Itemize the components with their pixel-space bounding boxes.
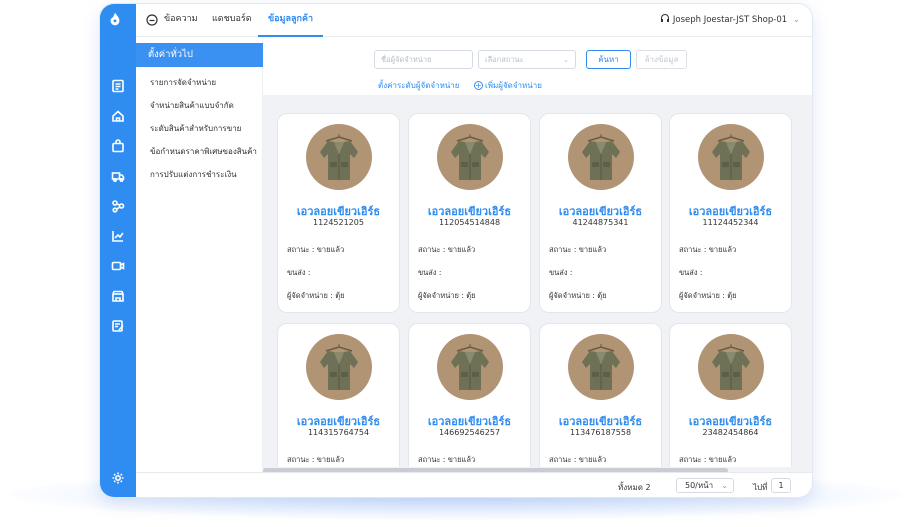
product-id: 146692546257	[438, 428, 501, 437]
sidebar-item-distribution-list[interactable]: รายการจัดจำหน่าย	[150, 76, 216, 89]
settings-sidebar: ตั้งค่าทั่วไป รายการจัดจำหน่าย จำหน่ายสิ…	[136, 37, 263, 497]
video-icon[interactable]	[110, 258, 126, 274]
product-photo	[306, 124, 372, 190]
distributor-card[interactable]: เอวลอยเขียวเอิร์ธ 112054514848 สถานะ : ขาย…	[408, 113, 531, 313]
search-button[interactable]: ค้นหา	[586, 50, 631, 69]
distributor-level-link[interactable]: ตั้งค่าระดับผู้จัดจำหน่าย	[378, 79, 459, 92]
shipping-text: ขนส่ง :	[287, 268, 311, 277]
product-id: 113476187558	[569, 428, 632, 437]
sidebar-item-special-pricing[interactable]: ข้อกำหนดราคาพิเศษของสินค้า	[150, 145, 257, 158]
distributor-text: ผู้จัดจำหน่าย : ตุ้ย	[418, 291, 476, 300]
product-photo	[437, 124, 503, 190]
distributor-card[interactable]: เอวลอยเขียวเอิร์ธ 114315764754 สถานะ : ขาย…	[277, 323, 400, 467]
product-photo	[698, 334, 764, 400]
icon-rail	[100, 4, 136, 497]
page-size-select[interactable]: 50/หน้า ⌄	[676, 478, 734, 493]
clear-button[interactable]: ล้างข้อมูล	[636, 50, 687, 69]
sidebar-item-product-levels[interactable]: ระดับสินค้าสำหรับการขาย	[150, 122, 241, 135]
brand-logo-icon	[110, 12, 120, 26]
distributor-card[interactable]: เอวลอยเขียวเอิร์ธ 41244875341 สถานะ : ขายแ…	[539, 113, 662, 313]
edit-note-icon[interactable]	[110, 318, 126, 334]
distributor-text: ผู้จัดจำหน่าย : ตุ้ย	[549, 291, 607, 300]
total-count: ทั้งหมด 2	[618, 483, 651, 492]
plus-circle-icon: +	[474, 81, 483, 90]
product-photo	[306, 334, 372, 400]
sidebar-item-payment-custom[interactable]: การปรับแต่งการชำระเงิน	[150, 168, 237, 181]
distributor-text: ผู้จัดจำหน่าย : ตุ้ย	[287, 291, 345, 300]
product-id: 1124521205	[313, 218, 364, 227]
pagination-footer: ทั้งหมด 2 50/หน้า ⌄ ไปที่ 1	[136, 472, 812, 497]
user-name: Joseph Joestar-JST Shop-01	[672, 15, 788, 25]
gear-icon[interactable]	[110, 470, 126, 486]
distributor-card[interactable]: เอวลอยเขียวเอิร์ธ 23482454864 สถานะ : ขายแ…	[669, 323, 792, 467]
status-text: สถานะ : ขายแล้ว	[287, 245, 345, 254]
bag-icon[interactable]	[110, 138, 126, 154]
goto-label: ไปที่	[753, 483, 768, 492]
user-menu[interactable]: Joseph Joestar-JST Shop-01 ⌄	[660, 13, 800, 25]
filter-bar: ชื่อผู้จัดจำหน่าย เลือกสถานะ ⌄ ค้นหา ล้า…	[263, 37, 812, 95]
chat-icon	[146, 14, 158, 26]
sidebar-item-general-settings[interactable]: ตั้งค่าทั่วไป	[136, 43, 263, 67]
chevron-down-icon: ⌄	[562, 55, 569, 64]
product-id: 114315764754	[307, 428, 370, 437]
shipping-text: ขนส่ง :	[549, 268, 573, 277]
distributor-grid: เอวลอยเขียวเอิร์ธ 1124521205 สถานะ : ขายแล…	[263, 95, 812, 467]
chevron-down-icon: ⌄	[792, 15, 800, 25]
status-select[interactable]: เลือกสถานะ ⌄	[478, 50, 576, 69]
tab-dashboard[interactable]: แดชบอร์ด	[212, 4, 252, 37]
add-distributor-label: เพิ่มผู้จัดจำหน่าย	[485, 81, 542, 90]
shipping-text: ขนส่ง :	[418, 268, 442, 277]
distributor-card[interactable]: เอวลอยเขียวเอิร์ธ 1124521205 สถานะ : ขายแล…	[277, 113, 400, 313]
product-photo	[698, 124, 764, 190]
product-id: 11124452344	[702, 218, 759, 227]
distributor-text: ผู้จัดจำหน่าย : ตุ้ย	[679, 291, 737, 300]
network-icon[interactable]	[110, 198, 126, 214]
distributor-card[interactable]: เอวลอยเขียวเอิร์ธ 146692546257 สถานะ : ขาย…	[408, 323, 531, 467]
status-text: สถานะ : ขายแล้ว	[418, 455, 476, 464]
home-icon[interactable]	[110, 108, 126, 124]
product-photo	[568, 334, 634, 400]
page-number-input[interactable]: 1	[771, 478, 791, 493]
top-bar: ข้อความ แดชบอร์ด ข้อมูลลูกค้า Joseph Joe…	[136, 4, 812, 37]
distributor-card[interactable]: เอวลอยเขียวเอิร์ธ 113476187558 สถานะ : ขาย…	[539, 323, 662, 467]
status-text: สถานะ : ขายแล้ว	[287, 455, 345, 464]
status-select-placeholder: เลือกสถานะ	[485, 55, 524, 64]
store-icon[interactable]	[110, 288, 126, 304]
product-id: 112054514848	[438, 218, 501, 227]
status-text: สถานะ : ขายแล้ว	[418, 245, 476, 254]
product-id: 23482454864	[702, 428, 759, 437]
truck-icon[interactable]	[110, 168, 126, 184]
status-text: สถานะ : ขายแล้ว	[549, 455, 607, 464]
distributor-name-input[interactable]: ชื่อผู้จัดจำหน่าย	[374, 50, 473, 69]
product-photo	[437, 334, 503, 400]
app-window: ข้อความ แดชบอร์ด ข้อมูลลูกค้า Joseph Joe…	[100, 4, 812, 497]
status-text: สถานะ : ขายแล้ว	[549, 245, 607, 254]
product-photo	[568, 124, 634, 190]
page-size-value: 50/หน้า	[685, 481, 714, 490]
tab-messages[interactable]: ข้อความ	[164, 4, 198, 37]
trend-chart-icon[interactable]	[110, 228, 126, 244]
product-id: 41244875341	[572, 218, 629, 227]
status-text: สถานะ : ขายแล้ว	[679, 455, 737, 464]
distributor-card[interactable]: เอวลอยเขียวเอิร์ธ 11124452344 สถานะ : ขายแ…	[669, 113, 792, 313]
shipping-text: ขนส่ง :	[679, 268, 703, 277]
sidebar-item-limited-sales[interactable]: จำหน่ายสินค้าแบบจำกัด	[150, 99, 234, 112]
chevron-down-icon: ⌄	[721, 481, 728, 490]
add-distributor-link[interactable]: + เพิ่มผู้จัดจำหน่าย	[474, 79, 542, 92]
document-icon[interactable]	[110, 78, 126, 94]
tab-customer-info[interactable]: ข้อมูลลูกค้า	[258, 4, 324, 37]
main-content: ชื่อผู้จัดจำหน่าย เลือกสถานะ ⌄ ค้นหา ล้า…	[263, 37, 812, 497]
status-text: สถานะ : ขายแล้ว	[679, 245, 737, 254]
headset-icon	[660, 14, 669, 22]
